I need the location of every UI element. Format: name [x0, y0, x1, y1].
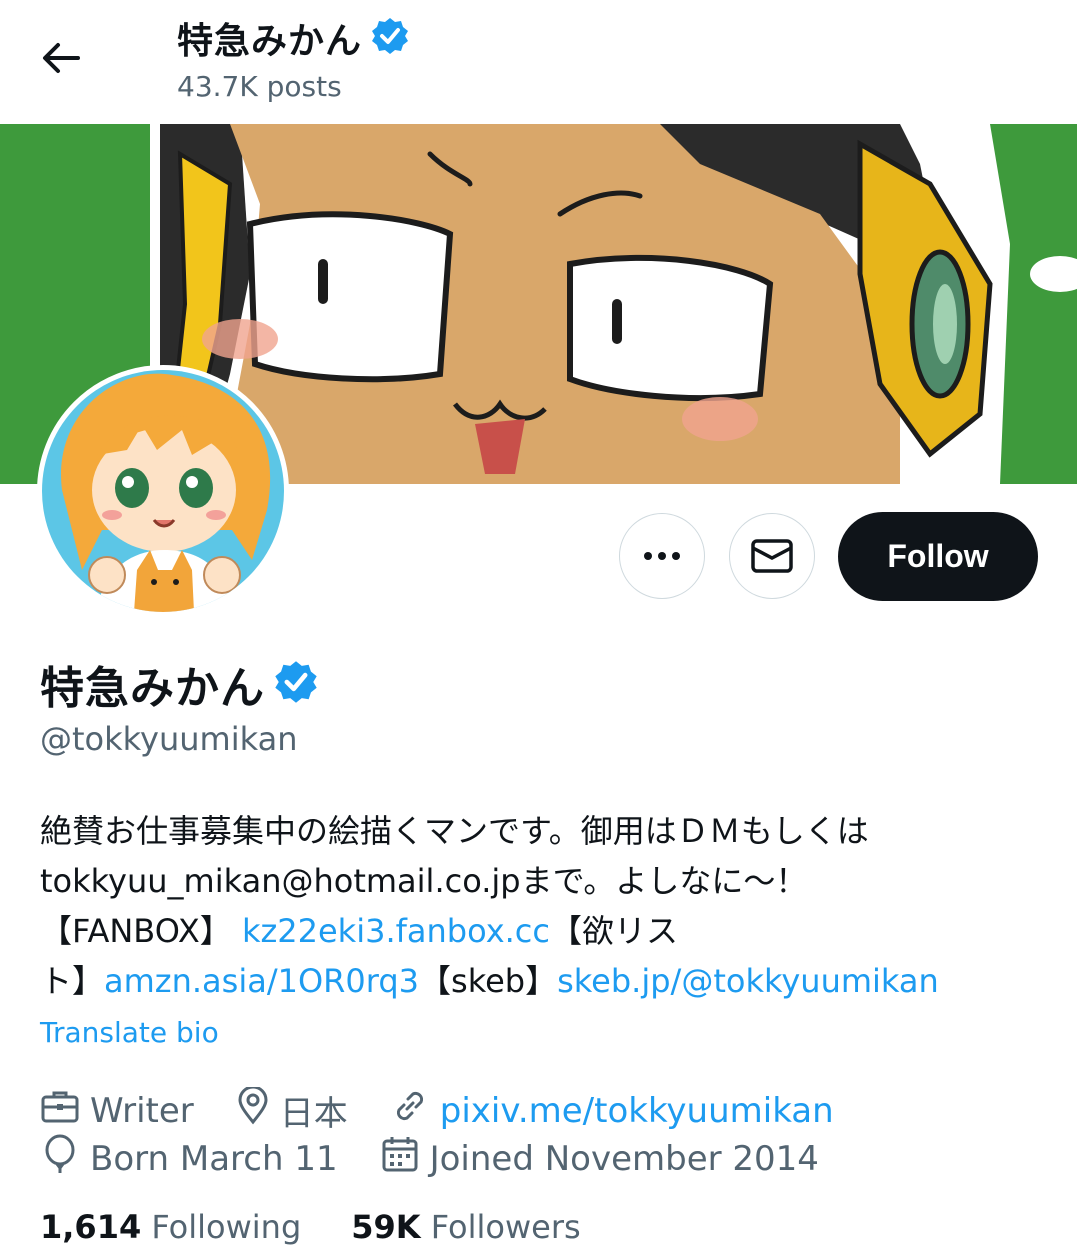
- more-dots-icon: [644, 552, 680, 560]
- briefcase-icon: [40, 1088, 80, 1133]
- profile-bio: 絶賛お仕事募集中の絵描くマンです。御用はＤＭもしくは tokkyuu_mikan…: [40, 806, 1040, 1006]
- profile-website-link[interactable]: pixiv.me/tokkyuumikan: [440, 1091, 834, 1131]
- followers-stat[interactable]: 59K Followers: [351, 1208, 580, 1246]
- location-pin-icon: [236, 1085, 270, 1134]
- bio-line: 【FANBOX】 kz22eki3.fanbox.cc【欲リス: [40, 906, 1040, 956]
- follow-stats: 1,614 Following 59K Followers: [40, 1208, 581, 1246]
- bio-skeb-prefix: 【skeb】: [419, 962, 558, 1000]
- profile-name: 特急みかん: [40, 663, 265, 714]
- wishlist-link[interactable]: amzn.asia/1OR0rq3: [104, 962, 419, 1000]
- profile-name-row: 特急みかん: [40, 652, 319, 716]
- follow-button[interactable]: Follow: [838, 512, 1038, 601]
- followers-label: Followers: [430, 1208, 581, 1246]
- following-count: 1,614: [40, 1208, 142, 1246]
- followers-count: 59K: [351, 1208, 421, 1246]
- header-title: 特急みかん: [177, 21, 363, 62]
- header-title-row: 特急みかん: [177, 12, 410, 64]
- profile-avatar[interactable]: [37, 365, 289, 617]
- profile-birthday: Born March 11: [90, 1138, 338, 1179]
- message-button[interactable]: [729, 513, 815, 599]
- bio-line: tokkyuu_mikan@hotmail.co.jpまで。よしなに～！: [40, 862, 808, 900]
- avatar-illustration: [42, 370, 284, 612]
- verified-badge-icon: [370, 16, 410, 60]
- profile-handle: @tokkyuumikan: [40, 720, 298, 758]
- meta-row: Born March 11 Joined November 2014: [40, 1134, 819, 1183]
- bio-wishlist-prefix: 【欲リス: [549, 912, 678, 950]
- bio-line: 絶賛お仕事募集中の絵描くマンです。御用はＤＭもしくは: [40, 812, 869, 850]
- top-bar: 特急みかん 43.7K posts: [0, 0, 1077, 124]
- following-stat[interactable]: 1,614 Following: [40, 1208, 301, 1246]
- following-label: Following: [151, 1208, 302, 1246]
- translate-bio-link[interactable]: Translate bio: [40, 1016, 219, 1049]
- profile-category: Writer: [90, 1090, 194, 1131]
- post-count: 43.7K posts: [177, 70, 342, 103]
- skeb-link[interactable]: skeb.jp/@tokkyuumikan: [557, 962, 939, 1000]
- back-arrow-icon[interactable]: [38, 38, 82, 78]
- fanbox-link[interactable]: kz22eki3.fanbox.cc: [242, 912, 550, 950]
- more-options-button[interactable]: [619, 513, 705, 599]
- verified-badge-icon: [273, 659, 319, 709]
- profile-joined: Joined November 2014: [429, 1138, 819, 1179]
- balloon-icon: [40, 1134, 80, 1183]
- bio-line: ト】amzn.asia/1OR0rq3【skeb】skeb.jp/@tokkyu…: [40, 956, 1040, 1006]
- meta-row: Writer 日本 pixiv.me/tokkyuumikan: [40, 1085, 834, 1135]
- calendar-icon: [380, 1134, 420, 1183]
- link-icon: [390, 1087, 430, 1134]
- profile-location: 日本: [279, 1094, 348, 1134]
- envelope-icon: [751, 539, 793, 573]
- bio-fanbox-prefix: 【FANBOX】: [40, 912, 242, 950]
- bio-wishlist-cont: ト】: [40, 962, 105, 1000]
